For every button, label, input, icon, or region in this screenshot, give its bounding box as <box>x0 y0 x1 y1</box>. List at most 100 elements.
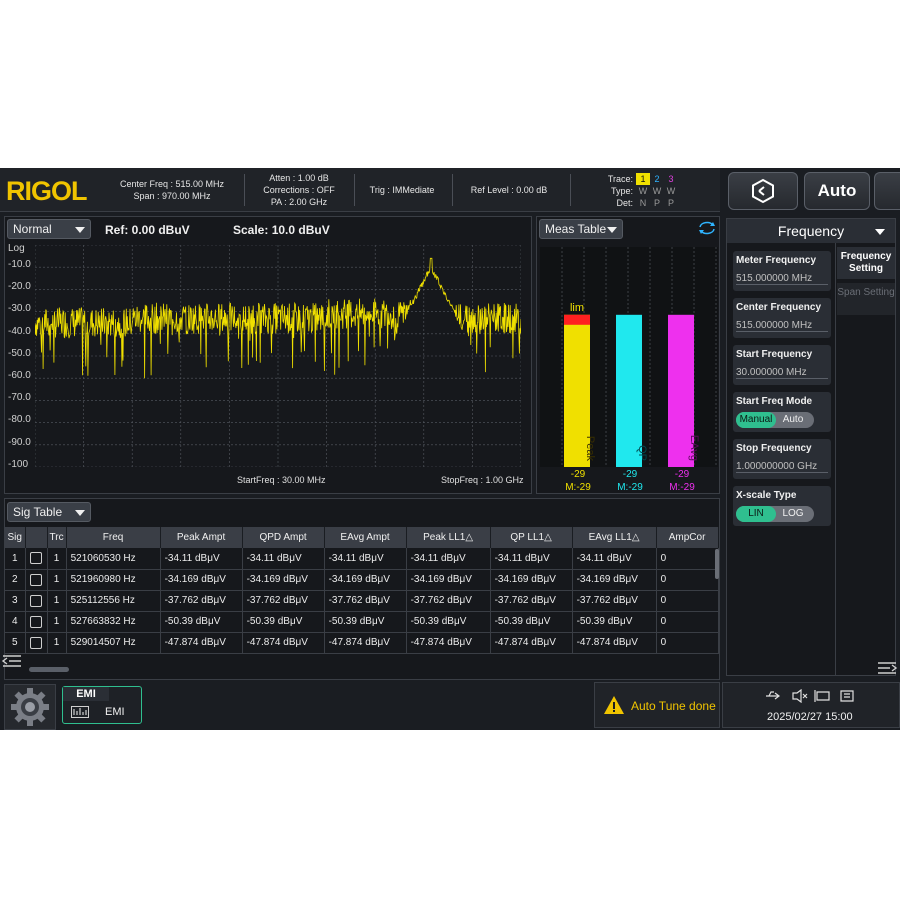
spectrum-plot[interactable] <box>35 245 521 467</box>
column-header[interactable]: Peak LL1△ <box>406 527 491 548</box>
table-cell: -37.762 dBμV <box>406 590 491 612</box>
row-select-checkbox[interactable] <box>25 611 48 633</box>
tab-frequency-setting[interactable]: Frequency Setting <box>837 247 895 279</box>
table-hscrollbar[interactable] <box>29 667 69 672</box>
table-cell: -37.762 dBμV <box>572 590 657 612</box>
meas-table-panel: Meas Table Peak QP EAvg lim -29 M:-29 -29 M… <box>536 216 720 494</box>
checkbox <box>30 594 42 607</box>
frequency-menu-panel: Frequency Meter Frequency 515.000000 MHz… <box>726 218 896 676</box>
table-cell: 2 <box>5 569 26 591</box>
meter-frequency-label: Meter Frequency <box>736 255 817 266</box>
analyzer-screen: RIGOL Center Freq : 515.00 MHz Span : 97… <box>0 168 900 730</box>
system-status: 2025/02/27 15:00 <box>722 682 900 728</box>
column-header[interactable]: EAvg Ampt <box>324 527 407 548</box>
meas-table-dropdown[interactable]: Meas Table <box>539 219 623 239</box>
ref-level-info[interactable]: Ref Level : 0.00 dB <box>454 168 564 212</box>
column-header[interactable]: QP LL1△ <box>490 527 573 548</box>
checkbox <box>30 636 42 649</box>
meas-bar-label-eavg: EAvg <box>688 435 700 461</box>
gear-icon <box>11 688 49 726</box>
warning-icon <box>604 696 624 714</box>
column-header[interactable]: EAvg LL1△ <box>572 527 657 548</box>
column-header[interactable]: AmpCor <box>656 527 719 548</box>
toggle-option-manual[interactable]: Manual <box>736 412 776 428</box>
toggle-option-auto[interactable]: Auto <box>776 412 810 428</box>
table-cell: -34.11 dBμV <box>324 548 407 570</box>
table-cell: -37.762 dBμV <box>490 590 573 612</box>
qp-marker: M:-29 <box>617 482 643 493</box>
trace-info[interactable]: Trace: 1 2 3 Type: W W W Det: N P P <box>602 173 678 209</box>
table-cell: -37.762 dBμV <box>242 590 325 612</box>
system-menu-button[interactable] <box>4 684 56 730</box>
column-header[interactable]: Trc <box>47 527 67 548</box>
table-cell: -47.874 dBμV <box>324 632 407 654</box>
amplitude-info[interactable]: Atten : 1.00 dB Corrections : OFF PA : 2… <box>246 168 352 212</box>
table-cell: -50.39 dBμV <box>572 611 657 633</box>
table-row[interactable]: 4 1 527663832 Hz -50.39 dBμV -50.39 dBμV -50.… <box>5 611 719 633</box>
collapse-right-icon[interactable] <box>876 660 898 676</box>
trace-label: Trace: <box>607 174 633 184</box>
system-icons <box>766 689 854 703</box>
column-header[interactable]: QPD Ampt <box>242 527 325 548</box>
table-cell: -34.169 dBμV <box>406 569 491 591</box>
table-row[interactable]: 5 1 529014507 Hz -47.874 dBμV -47.874 dBμV -4… <box>5 632 719 654</box>
row-select-checkbox[interactable] <box>25 632 48 654</box>
center-frequency-value: 515.000000 MHz <box>736 320 828 332</box>
row-select-checkbox[interactable] <box>25 569 48 591</box>
table-row[interactable]: 2 1 521960980 Hz -34.169 dBμV -34.169 dBμV -3… <box>5 569 719 591</box>
toggle-option-log[interactable]: LOG <box>776 506 810 522</box>
peak-value: -29 <box>570 469 586 480</box>
xscale-type-label: X-scale Type <box>736 490 797 501</box>
sig-table-dropdown[interactable]: Sig Table <box>7 502 91 522</box>
det-label: Det: <box>616 198 633 208</box>
column-header[interactable]: Peak Ampt <box>160 527 243 548</box>
xscale-type-toggle[interactable]: LIN LOG <box>736 506 814 522</box>
table-cell: -34.169 dBμV <box>242 569 325 591</box>
table-cell: -37.762 dBμV <box>324 590 407 612</box>
trigger-info[interactable]: Trig : IMMediate <box>356 168 448 212</box>
det-1: N <box>639 198 647 208</box>
emi-mode-tab[interactable]: EMI EMI <box>62 686 142 724</box>
home-button[interactable] <box>728 172 798 210</box>
refresh-icon[interactable] <box>697 221 717 235</box>
auto-button[interactable]: Auto <box>804 172 870 210</box>
y-tick-label: -90.0 <box>8 436 31 448</box>
table-row[interactable]: 3 1 525112556 Hz -37.762 dBμV -37.762 dBμV -3… <box>5 590 719 612</box>
column-header[interactable]: Sig <box>5 527 26 548</box>
table-cell: -34.169 dBμV <box>572 569 657 591</box>
ref-level-readout: Ref Level : 0.00 dB <box>470 185 548 195</box>
meter-frequency-item[interactable]: Meter Frequency 515.000000 MHz <box>733 251 831 291</box>
center-span-info[interactable]: Center Freq : 515.00 MHz Span : 970.00 M… <box>112 168 232 212</box>
table-cell: 1 <box>47 590 67 612</box>
more-button[interactable] <box>874 172 900 210</box>
peak-marker: M:-29 <box>565 482 591 493</box>
table-cell: 521060530 Hz <box>66 548 161 570</box>
stop-frequency-label: Stop Frequency <box>736 443 812 454</box>
table-vscrollbar[interactable] <box>715 549 719 579</box>
row-select-checkbox[interactable] <box>25 548 48 570</box>
table-cell: -34.169 dBμV <box>490 569 573 591</box>
tab-span-setting[interactable]: Span Setting <box>837 283 895 315</box>
column-header[interactable] <box>25 527 48 548</box>
start-frequency-item[interactable]: Start Frequency 30.000000 MHz <box>733 345 831 385</box>
emi-tab-title: EMI <box>63 687 109 701</box>
limit-marker <box>564 314 590 325</box>
start-freq-mode-toggle[interactable]: Manual Auto <box>736 412 814 428</box>
toggle-option-lin[interactable]: LIN <box>736 506 776 522</box>
trace-2: 2 <box>654 174 660 184</box>
stop-frequency-item[interactable]: Stop Frequency 1.000000000 GHz <box>733 439 831 479</box>
table-cell: -50.39 dBμV <box>324 611 407 633</box>
frequency-menu-header[interactable]: Frequency <box>727 219 895 243</box>
table-cell: 5 <box>5 632 26 654</box>
collapse-left-icon[interactable] <box>1 653 23 669</box>
corrections-readout: Corrections : OFF <box>263 185 335 195</box>
table-row[interactable]: 1 1 521060530 Hz -34.11 dBμV -34.11 dBμV -34.… <box>5 548 719 570</box>
center-freq-readout: Center Freq : 515.00 MHz <box>119 179 225 189</box>
row-select-checkbox[interactable] <box>25 590 48 612</box>
column-header[interactable]: Freq <box>66 527 161 548</box>
display-mode-dropdown[interactable]: Normal <box>7 219 91 239</box>
table-cell: 0 <box>656 569 719 591</box>
center-frequency-item[interactable]: Center Frequency 515.000000 MHz <box>733 298 831 338</box>
table-cell: -34.11 dBμV <box>160 548 243 570</box>
start-frequency-label: Start Frequency <box>736 349 813 360</box>
